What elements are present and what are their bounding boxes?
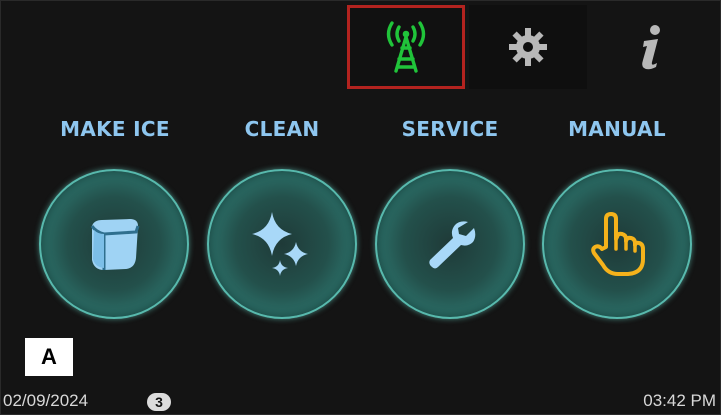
clean-button[interactable]: [207, 169, 357, 319]
time-text: 03:42 PM: [643, 391, 716, 410]
sparkle-icon: [252, 212, 308, 276]
info-button[interactable]: [591, 5, 709, 89]
mode-label-service: SERVICE: [401, 117, 499, 141]
mode-label-manual: MANUAL: [568, 117, 666, 141]
cell-tower-icon: [386, 21, 426, 73]
hand-pointer-icon: [591, 212, 645, 276]
connectivity-button[interactable]: [347, 5, 465, 89]
wrench-icon: [429, 221, 476, 269]
control-screen: MAKE ICE CLEAN SERVICE MANUAL A 02/09/20…: [0, 0, 721, 415]
notification-count-badge[interactable]: 3: [147, 393, 171, 411]
marker-label: A: [25, 338, 73, 376]
mode-label-clean: CLEAN: [244, 117, 320, 141]
status-bar: 02/09/2024 3 03:42 PM: [1, 389, 721, 415]
mode-labels: MAKE ICE CLEAN SERVICE MANUAL: [1, 117, 721, 147]
top-toolbar: [1, 1, 721, 93]
gear-icon: [509, 28, 547, 66]
mode-label-make-ice: MAKE ICE: [60, 117, 170, 141]
info-icon: [642, 25, 660, 70]
service-button[interactable]: [375, 169, 525, 319]
date-text: 02/09/2024: [3, 391, 89, 410]
manual-button[interactable]: [542, 169, 692, 319]
make-ice-button[interactable]: [39, 169, 189, 319]
settings-button[interactable]: [469, 5, 587, 89]
ice-cube-icon: [90, 219, 140, 270]
